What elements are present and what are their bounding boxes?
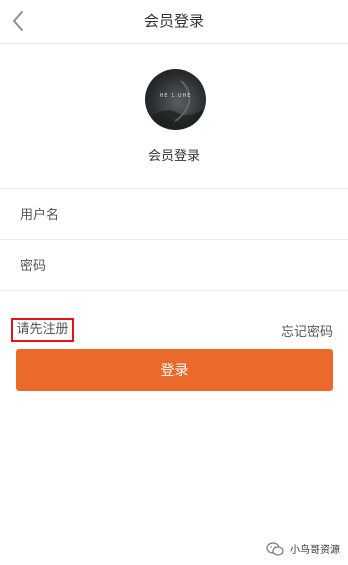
- top-bar: 会员登录: [0, 0, 348, 44]
- watermark: 小鸟哥资源: [266, 541, 340, 556]
- avatar: HE 1.UHE: [145, 69, 206, 130]
- divider: [0, 290, 348, 291]
- forgot-password-link[interactable]: 忘记密码: [281, 321, 333, 340]
- divider: [0, 239, 348, 240]
- wechat-icon: [266, 541, 284, 556]
- login-button[interactable]: 登录: [16, 349, 333, 391]
- watermark-text: 小鸟哥资源: [290, 545, 340, 556]
- username-field[interactable]: [20, 195, 330, 235]
- avatar-caption: HE 1.UHE: [159, 93, 192, 99]
- password-field[interactable]: [20, 246, 330, 286]
- register-link[interactable]: 请先注册: [11, 318, 74, 342]
- page-title: 会员登录: [143, 12, 204, 30]
- member-login-label: 会员登录: [147, 149, 200, 164]
- divider: [0, 188, 348, 189]
